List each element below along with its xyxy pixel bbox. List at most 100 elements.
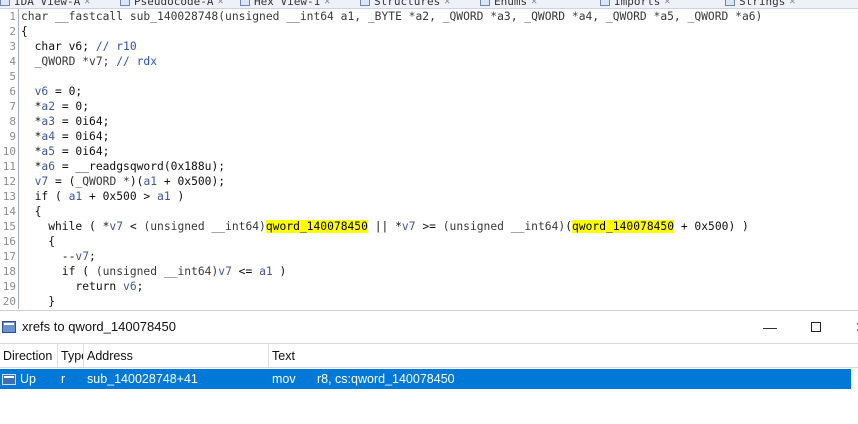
xrefs-table-header: Direction Type Address Text xyxy=(0,343,858,368)
column-header-type[interactable]: Type xyxy=(58,344,84,368)
code-token: // r10 xyxy=(95,40,137,53)
highlighted-symbol[interactable]: qword_140078450 xyxy=(572,220,675,233)
code-line[interactable]: 8 *a3 = 0i64; xyxy=(0,114,858,129)
code-token: { xyxy=(21,235,56,248)
code-line[interactable]: 10 *a5 = 0i64; xyxy=(0,144,858,159)
column-header-address[interactable]: Address xyxy=(84,344,269,368)
tab-pseudocode-a[interactable]: Pseudocode-A ✕ xyxy=(120,0,224,8)
pseudocode-icon xyxy=(120,0,130,6)
code-line[interactable]: 5 xyxy=(0,69,858,84)
code-token: (unsigned __int64) xyxy=(442,220,566,233)
code-token: + 0x500) ) xyxy=(674,220,749,233)
tab-label: Enums xyxy=(494,0,528,8)
table-row[interactable]: Up r sub_140028748+41 mov r8, cs:qword_1… xyxy=(0,369,851,389)
line-number: 5 xyxy=(9,70,16,83)
tab-enums[interactable]: Enums ✕ xyxy=(480,0,537,8)
line-number: 9 xyxy=(9,130,16,143)
code-token: ) xyxy=(272,265,287,278)
code-token: if ( xyxy=(21,190,69,203)
tab-ida-view-a[interactable]: IDA View-A ✕ xyxy=(0,0,90,8)
code-line[interactable]: 19 return v6; xyxy=(0,279,858,294)
line-number: 4 xyxy=(9,55,16,68)
code-line[interactable]: 9 *a4 = 0i64; xyxy=(0,129,858,144)
highlighted-symbol[interactable]: qword_140078450 xyxy=(265,220,368,233)
column-header-text[interactable]: Text xyxy=(269,344,858,368)
row-direction: Up xyxy=(20,372,36,386)
code-text: { xyxy=(19,235,55,248)
row-operands: r8, cs:qword_140078450 xyxy=(317,372,455,386)
code-line[interactable]: 12 v7 = (_QWORD *)(a1 + 0x500); xyxy=(0,174,858,189)
close-button[interactable]: ✕ xyxy=(850,317,858,337)
tab-strings[interactable]: Strings ✕ xyxy=(725,0,795,8)
tab-close-icon[interactable]: ✕ xyxy=(664,0,670,7)
line-number: 20 xyxy=(2,295,16,308)
code-token: a1 xyxy=(143,175,158,188)
code-line[interactable]: 1 char __fastcall sub_140028748(unsigned … xyxy=(0,9,858,24)
line-number: 18 xyxy=(2,265,16,278)
code-line[interactable]: 13 if ( a1 + 0x500 > a1 ) xyxy=(0,189,858,204)
tab-label: Pseudocode-A xyxy=(134,0,214,8)
code-token: = 0i64; xyxy=(55,115,110,128)
code-token: (unsigned __int64) xyxy=(143,220,266,233)
line-number: 12 xyxy=(2,175,16,188)
code-token: v7 xyxy=(21,175,49,188)
code-line[interactable]: 14 { xyxy=(0,204,858,219)
code-line[interactable]: 18 if ( (unsigned __int64)v7 <= a1 ) xyxy=(0,264,858,279)
code-token: = __readgsqword(0x188u); xyxy=(55,160,226,173)
tab-structures[interactable]: Structures ✕ xyxy=(360,0,450,8)
code-line[interactable]: 15 while ( *v7 < (unsigned __int64)qword… xyxy=(0,219,858,234)
hex-view-icon xyxy=(240,0,250,6)
tab-imports[interactable]: Imports ✕ xyxy=(600,0,670,8)
code-token: v6 xyxy=(123,280,137,293)
line-number: 6 xyxy=(9,85,16,98)
tab-label: Structures xyxy=(374,0,441,8)
code-token: = 0; xyxy=(55,100,90,113)
code-token: return xyxy=(21,280,124,293)
code-line[interactable]: 6 v6 = 0; xyxy=(0,84,858,99)
code-text: v6 = 0; xyxy=(19,85,83,98)
xrefs-title-bar[interactable]: xrefs to qword_140078450 — ✕ xyxy=(0,310,858,342)
maximize-icon xyxy=(811,322,821,332)
code-line[interactable]: 11 *a6 = __readgsqword(0x188u); xyxy=(0,159,858,174)
code-token: a2 xyxy=(41,100,56,113)
row-type: r xyxy=(61,372,66,386)
xrefs-title: xrefs to qword_140078450 xyxy=(22,319,176,334)
code-token: a6 xyxy=(41,160,56,173)
code-text: *a5 = 0i64; xyxy=(19,145,110,158)
xref-icon xyxy=(2,373,16,385)
minimize-button[interactable]: — xyxy=(759,317,781,337)
code-token: + 0x500); xyxy=(157,175,226,188)
code-token: while ( * xyxy=(21,220,110,233)
structures-icon xyxy=(360,0,370,6)
pseudocode-view[interactable]: 1 char __fastcall sub_140028748(unsigned … xyxy=(0,9,858,310)
code-text: { xyxy=(19,25,28,38)
tab-hex-view-1[interactable]: Hex View-1 ✕ xyxy=(240,0,330,8)
tab-close-icon[interactable]: ✕ xyxy=(217,0,223,7)
row-mnemonic: mov xyxy=(272,372,296,386)
code-line[interactable]: 4 _QWORD *v7; // rdx xyxy=(0,54,858,69)
code-token: * xyxy=(21,130,42,143)
code-text: if ( (unsigned __int64)v7 <= a1 ) xyxy=(19,265,287,278)
maximize-button[interactable] xyxy=(805,317,827,337)
code-line[interactable]: 7 *a2 = 0; xyxy=(0,99,858,114)
code-line[interactable]: 2{ xyxy=(0,24,858,39)
tab-close-icon[interactable]: ✕ xyxy=(444,0,450,7)
tab-close-icon[interactable]: ✕ xyxy=(531,0,537,7)
code-line[interactable]: 16 { xyxy=(0,234,858,249)
tab-close-icon[interactable]: ✕ xyxy=(84,0,90,7)
code-token: * xyxy=(21,145,42,158)
code-token: ; xyxy=(136,280,144,293)
tab-close-icon[interactable]: ✕ xyxy=(324,0,330,7)
tab-strip: IDA View-A ✕ Pseudocode-A ✕ Hex View-1 ✕ Struc… xyxy=(0,0,858,9)
code-token: v7 xyxy=(401,220,416,233)
code-line[interactable]: 3 char v6; // r10 xyxy=(0,39,858,54)
code-token: a4 xyxy=(41,130,56,143)
line-number: 1 xyxy=(9,10,16,23)
code-token: v7 xyxy=(75,250,90,263)
tab-label: Hex View-1 xyxy=(254,0,321,8)
tab-close-icon[interactable]: ✕ xyxy=(789,0,795,7)
column-header-direction[interactable]: Direction xyxy=(0,344,58,368)
code-line[interactable]: 20 } xyxy=(0,294,858,309)
code-token: char __fastcall sub_140028748(unsigned _… xyxy=(21,10,763,23)
code-line[interactable]: 17 --v7; xyxy=(0,249,858,264)
